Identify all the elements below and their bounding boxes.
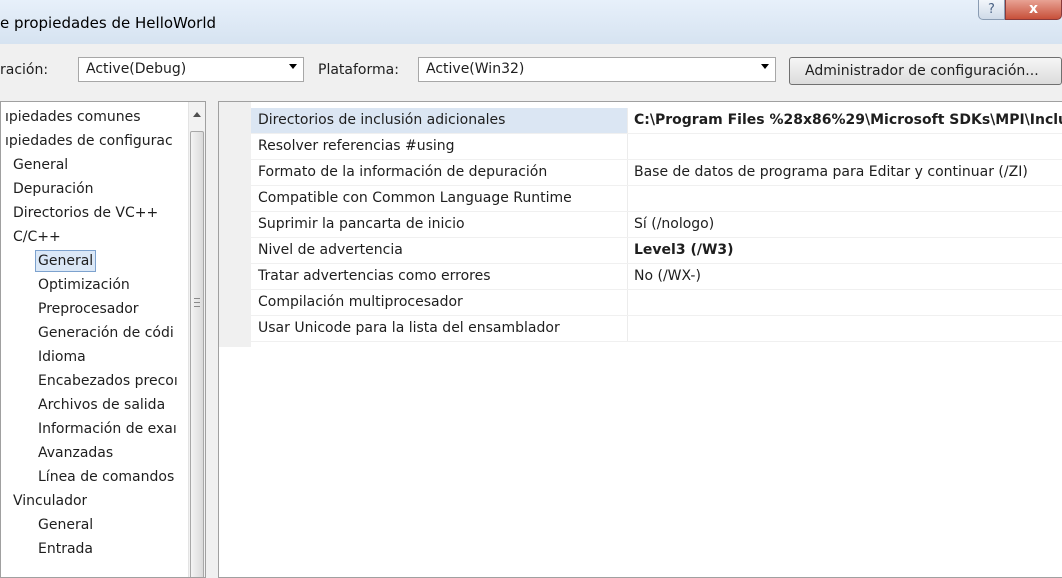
tree-scrollbar[interactable] [188, 102, 205, 577]
dialog-body: ıpiedades comunes ıpiedades de configura… [0, 97, 1062, 578]
tree-item-linker[interactable]: Vinculador [13, 490, 87, 512]
property-row[interactable]: Directorios de inclusión adicionales C:\… [251, 108, 1062, 134]
configuration-manager-button[interactable]: Administrador de configuración... [789, 57, 1062, 85]
platform-select[interactable]: Active(Win32) [418, 57, 776, 82]
close-button[interactable]: x [1005, 0, 1062, 20]
tree-item-output-files[interactable]: Archivos de salida [38, 394, 165, 416]
tree-item-code-generation[interactable]: Generación de códi [38, 322, 178, 344]
property-row[interactable]: Tratar advertencias como errores No (/WX… [251, 264, 1062, 290]
property-value[interactable] [628, 316, 1062, 341]
property-value[interactable]: Level3 (/W3) [628, 238, 1062, 263]
property-name: Directorios de inclusión adicionales [251, 108, 628, 133]
property-tree[interactable]: ıpiedades comunes ıpiedades de configura… [0, 101, 206, 578]
tree-item-language[interactable]: Idioma [38, 346, 86, 368]
help-button[interactable]: ? [978, 0, 1005, 20]
property-name: Suprimir la pancarta de inicio [251, 212, 628, 237]
title-bar: e propiedades de HelloWorld ? x [0, 0, 1062, 44]
configuration-select[interactable]: Active(Debug) [78, 57, 304, 82]
property-value[interactable]: No (/WX-) [628, 264, 1062, 289]
property-value[interactable] [628, 134, 1062, 159]
tree-item-optimization[interactable]: Optimización [38, 274, 130, 296]
property-value[interactable]: Sí (/nologo) [628, 212, 1062, 237]
grip-icon [194, 298, 200, 307]
platform-label: Plataforma: [318, 62, 399, 78]
configuration-select-value: Active(Debug) [86, 61, 187, 77]
tree-item-linker-general[interactable]: General [38, 514, 93, 536]
configuration-label: ración: [0, 62, 49, 78]
property-name: Compilación multiprocesador [251, 290, 628, 315]
tree-item-linker-input[interactable]: Entrada [38, 538, 93, 560]
property-value[interactable]: C:\Program Files %28x86%29\Microsoft SDK… [628, 108, 1062, 133]
scroll-up-arrow-icon[interactable] [193, 112, 201, 117]
tree-item-debugging[interactable]: Depuración [13, 178, 94, 200]
configuration-toolbar: ración: Active(Debug) Plataforma: Active… [0, 44, 1062, 97]
scroll-thumb[interactable] [190, 131, 204, 577]
property-value[interactable] [628, 186, 1062, 211]
property-name: Resolver referencias #using [251, 134, 628, 159]
property-name: Nivel de advertencia [251, 238, 628, 263]
property-name: Tratar advertencias como errores [251, 264, 628, 289]
property-row[interactable]: Compilación multiprocesador [251, 290, 1062, 316]
tree-item-configuration-properties[interactable]: ıpiedades de configurac [5, 130, 173, 152]
property-value[interactable] [628, 290, 1062, 315]
property-row[interactable]: Usar Unicode para la lista del ensamblad… [251, 316, 1062, 342]
platform-select-value: Active(Win32) [426, 61, 525, 77]
property-grid: Directorios de inclusión adicionales C:\… [218, 101, 1062, 578]
property-row[interactable]: Compatible con Common Language Runtime [251, 186, 1062, 212]
window-title: e propiedades de HelloWorld [0, 14, 217, 32]
property-name: Formato de la información de depuración [251, 160, 628, 185]
chevron-down-icon [761, 64, 769, 69]
property-name: Usar Unicode para la lista del ensamblad… [251, 316, 628, 341]
chevron-down-icon [289, 64, 297, 69]
property-pages-dialog: e propiedades de HelloWorld ? x ración: … [0, 0, 1062, 578]
tree-item-preprocessor[interactable]: Preprocesador [38, 298, 139, 320]
property-row[interactable]: Resolver referencias #using [251, 134, 1062, 160]
tree-item-browse-information[interactable]: Información de exaı [38, 418, 178, 440]
property-row[interactable]: Formato de la información de depuración … [251, 160, 1062, 186]
tree-item-general[interactable]: General [13, 154, 68, 176]
property-name: Compatible con Common Language Runtime [251, 186, 628, 211]
tree-item-vc-directories[interactable]: Directorios de VC++ [13, 202, 158, 224]
property-row[interactable]: Nivel de advertencia Level3 (/W3) [251, 238, 1062, 264]
tree-item-c-cpp[interactable]: C/C++ [13, 226, 61, 248]
tree-item-precompiled-headers[interactable]: Encabezados precoı [38, 370, 178, 392]
property-row[interactable]: Suprimir la pancarta de inicio Sí (/nolo… [251, 212, 1062, 238]
property-value[interactable]: Base de datos de programa para Editar y … [628, 160, 1062, 185]
tree-item-command-line[interactable]: Línea de comandos [38, 466, 183, 488]
tree-item-advanced[interactable]: Avanzadas [38, 442, 113, 464]
grid-gutter [219, 102, 251, 347]
tree-item-c-cpp-general[interactable]: General [35, 250, 97, 272]
tree-item-common-properties[interactable]: ıpiedades comunes [5, 106, 141, 128]
